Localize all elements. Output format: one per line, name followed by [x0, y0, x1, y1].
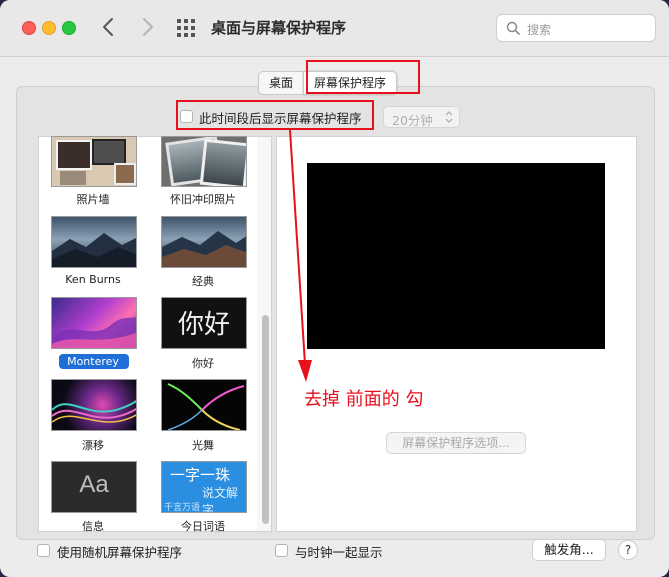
thumb-vintage-prints[interactable]: [161, 136, 247, 187]
tab-desktop[interactable]: 桌面: [258, 71, 304, 95]
thumb-message[interactable]: Aa: [51, 461, 137, 513]
thumb-monterey[interactable]: [51, 297, 137, 349]
back-arrow-icon[interactable]: [100, 16, 118, 38]
thumb-label-hello: 你好: [192, 357, 214, 370]
show-with-clock-label[interactable]: 与时钟一起显示: [295, 542, 383, 561]
scrollbar-thumb[interactable]: [262, 315, 269, 524]
thumb-word-of-day[interactable]: 一字一珠 说文解字 千言万语: [161, 461, 247, 513]
stepper-arrows-icon: [445, 111, 453, 123]
thumb-photo-wall[interactable]: [51, 136, 137, 187]
thumb-label-drift: 漂移: [82, 439, 104, 452]
thumb-label-classic: 经典: [192, 275, 214, 288]
annotation-box-delay: [176, 100, 374, 130]
zoom-button[interactable]: [62, 21, 76, 35]
forward-arrow-icon[interactable]: [138, 16, 156, 38]
show-with-clock-checkbox[interactable]: [275, 544, 288, 557]
title-bar: 桌面与屏幕保护程序 搜索: [0, 0, 669, 57]
thumb-word-line3: 千言万语: [164, 503, 201, 513]
thumb-label-ken-burns: Ken Burns: [65, 273, 121, 286]
search-placeholder: 搜索: [527, 23, 552, 37]
thumb-label-vintage-prints: 怀旧冲印照片: [170, 193, 236, 206]
screensaver-options-button[interactable]: 屏幕保护程序选项...: [386, 432, 526, 454]
thumb-classic[interactable]: [161, 216, 247, 268]
thumb-label-flurry: 光舞: [192, 439, 214, 452]
random-screensaver-label[interactable]: 使用随机屏幕保护程序: [57, 542, 182, 561]
search-field[interactable]: 搜索: [496, 14, 656, 42]
search-icon: [506, 21, 520, 35]
thumb-hello[interactable]: 你好: [161, 297, 247, 349]
thumb-label-monterey: Monterey: [67, 355, 119, 368]
thumb-message-text: Aa: [79, 471, 109, 498]
delay-select[interactable]: 20分钟: [383, 106, 460, 128]
system-preferences-window: 桌面与屏幕保护程序 搜索 桌面 屏幕保护程序 此时间段后显示屏幕保护程序 20分…: [0, 0, 669, 577]
annotation-text: 去掉 前面的 勾: [304, 389, 424, 410]
hot-corners-button[interactable]: 触发角...: [532, 539, 606, 561]
show-all-grid-icon[interactable]: [177, 19, 195, 37]
thumb-word-line1: 一字一珠: [170, 466, 231, 484]
window-title: 桌面与屏幕保护程序: [211, 19, 347, 37]
thumb-ken-burns[interactable]: [51, 216, 137, 268]
close-button[interactable]: [22, 21, 36, 35]
delay-select-value: 20分钟: [392, 113, 433, 128]
screensaver-preview: [307, 163, 605, 349]
thumb-label-word-of-day: 今日词语: [181, 520, 225, 533]
random-screensaver-checkbox[interactable]: [37, 544, 50, 557]
thumb-drift[interactable]: [51, 379, 137, 431]
thumb-word-line2: 说文解字: [202, 486, 239, 513]
thumb-hello-text: 你好: [177, 310, 230, 340]
annotation-arrow: [289, 129, 312, 382]
thumb-flurry[interactable]: [161, 379, 247, 431]
annotation-box-tab: [306, 60, 420, 94]
thumb-label-photo-wall: 照片墙: [76, 193, 110, 206]
help-button[interactable]: ?: [618, 540, 638, 560]
minimize-button[interactable]: [42, 21, 56, 35]
thumb-label-message: 信息: [82, 520, 104, 533]
